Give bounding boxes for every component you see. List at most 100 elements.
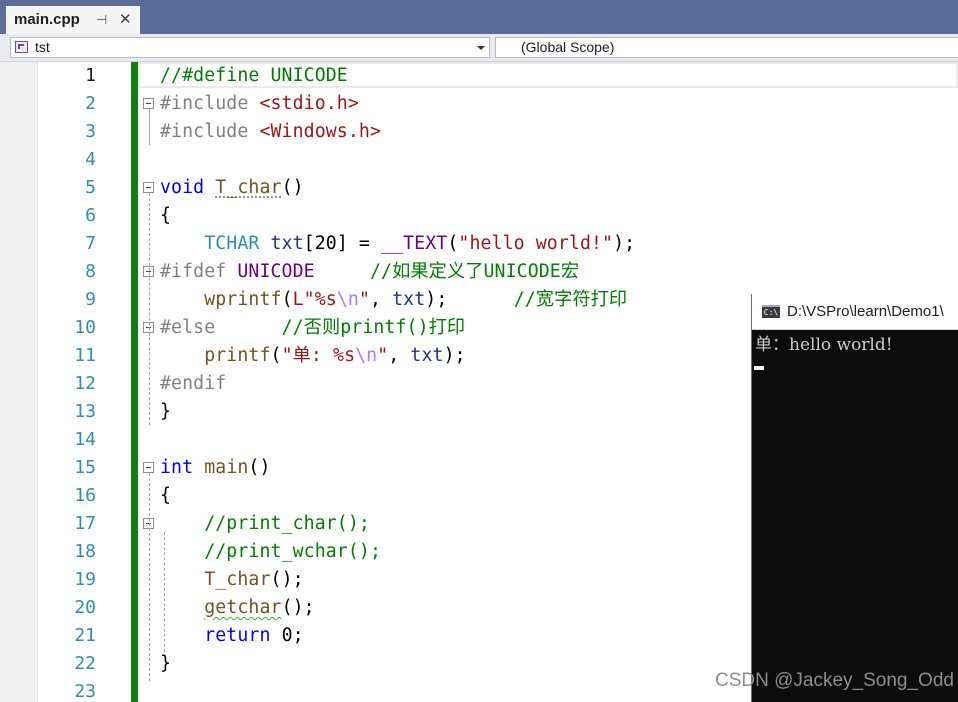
line-number: 5 [85, 177, 96, 198]
project-dropdown[interactable]: tst [10, 37, 490, 58]
code-text[interactable]: wprintf(L"%s\n", txt); //宽字符打印 [160, 286, 627, 314]
code-token: txt [392, 289, 426, 310]
close-icon[interactable]: ✕ [119, 10, 132, 28]
line-number: 11 [74, 345, 96, 366]
code-token: #include [160, 93, 260, 114]
code-text[interactable]: //#define UNICODE [160, 62, 348, 90]
code-line[interactable]: 8 #ifdef UNICODE //如果定义了UNICODE宏 [0, 258, 958, 286]
code-token: #endif [160, 373, 227, 394]
code-token: T_char [204, 569, 271, 590]
code-text[interactable]: { [160, 202, 171, 230]
line-number: 7 [85, 233, 96, 254]
code-text[interactable]: } [160, 650, 171, 678]
collapse-icon[interactable] [143, 182, 154, 193]
code-token: TCHAR [204, 233, 260, 254]
scope-guide [149, 109, 150, 145]
code-token: ); [613, 233, 636, 254]
code-text[interactable]: T_char(); [160, 566, 304, 594]
code-token: ( [447, 233, 459, 254]
line-number: 18 [74, 541, 96, 562]
code-text[interactable]: #include <Windows.h> [160, 118, 381, 146]
code-token: (); [270, 569, 304, 590]
code-text[interactable]: { [160, 482, 171, 510]
console-window[interactable]: C:\ D:\VSPro\learn\Demo1\ 单：hello world! [751, 294, 958, 702]
scope-guide [164, 532, 165, 652]
code-token: <stdio.h> [259, 93, 359, 114]
code-token: wprintf [204, 289, 282, 310]
code-text[interactable]: getchar(); [160, 594, 315, 622]
tab-main-cpp[interactable]: main.cpp ⊣ ✕ [6, 6, 140, 34]
code-line[interactable]: 2 #include <stdio.h> [0, 90, 958, 118]
code-line[interactable]: 4 [0, 146, 958, 174]
code-token: " [377, 345, 389, 366]
code-token: " [358, 289, 370, 310]
code-line[interactable]: 3 #include <Windows.h> [0, 118, 958, 146]
code-text[interactable]: //print_char(); [160, 510, 370, 538]
code-token: getchar [204, 597, 282, 618]
code-token: { [160, 205, 172, 226]
code-token: ); [443, 345, 466, 366]
code-token: #include [160, 121, 260, 142]
code-text[interactable]: return 0; [160, 622, 304, 650]
code-text[interactable]: void T_char() [160, 174, 304, 202]
pin-icon[interactable]: ⊣ [96, 12, 107, 28]
code-token: L"%s [292, 289, 337, 310]
code-text[interactable]: #include <stdio.h> [160, 90, 359, 118]
line-number: 19 [74, 569, 96, 590]
code-token: , [370, 289, 393, 310]
code-token: UNICODE [237, 261, 315, 282]
code-token: ); [425, 289, 448, 310]
chevron-down-icon[interactable] [477, 46, 485, 50]
code-text[interactable]: TCHAR txt[20] = __TEXT("hello world!"); [160, 230, 635, 258]
code-token: int [160, 457, 194, 478]
line-number: 20 [74, 597, 96, 618]
code-token: //宽字符打印 [513, 289, 628, 310]
code-line[interactable]: 7 TCHAR txt[20] = __TEXT("hello world!")… [0, 230, 958, 258]
code-text[interactable]: } [160, 398, 171, 426]
line-number: 22 [74, 653, 96, 674]
console-title-bar[interactable]: C:\ D:\VSPro\learn\Demo1\ [752, 294, 958, 330]
code-text[interactable]: //print_wchar(); [160, 538, 381, 566]
code-line[interactable]: 5 void T_char() [0, 174, 958, 202]
scope-guide [149, 193, 150, 425]
code-token: \n [336, 289, 359, 310]
code-line[interactable]: 6{ [0, 202, 958, 230]
code-token: } [160, 401, 172, 422]
code-text[interactable]: int main() [160, 454, 271, 482]
code-text[interactable]: #else //否则printf()打印 [160, 314, 465, 342]
code-token: { [160, 485, 172, 506]
code-token: T_char [215, 177, 282, 198]
code-token: __TEXT [381, 233, 448, 254]
code-token: "单: %s [281, 345, 356, 366]
code-token: printf [204, 345, 271, 366]
code-token: , [388, 345, 411, 366]
code-token: txt [410, 345, 444, 366]
code-text[interactable]: printf("单: %s\n", txt); [160, 342, 466, 370]
project-dropdown-value: tst [35, 39, 50, 55]
code-line[interactable]: 1 //#define UNICODE [0, 62, 958, 90]
line-number: 17 [74, 513, 96, 534]
code-text[interactable]: #endif [160, 370, 226, 398]
code-token: //#define UNICODE [160, 65, 348, 86]
document-tab-strip: main.cpp ⊣ ✕ [0, 0, 958, 34]
collapse-icon[interactable] [143, 462, 154, 473]
console-output: 单：hello world! [755, 335, 893, 355]
code-text[interactable]: #ifdef UNICODE //如果定义了UNICODE宏 [160, 258, 579, 286]
code-token: ( [281, 289, 293, 310]
line-number: 4 [85, 149, 96, 170]
scope-guide [149, 473, 150, 681]
line-number: 16 [74, 485, 96, 506]
scope-dropdown[interactable]: (Global Scope) [495, 37, 958, 58]
code-token: [20] = [303, 233, 382, 254]
line-number: 21 [74, 625, 96, 646]
code-token: "hello world!" [458, 233, 614, 254]
collapse-icon[interactable] [143, 98, 154, 109]
